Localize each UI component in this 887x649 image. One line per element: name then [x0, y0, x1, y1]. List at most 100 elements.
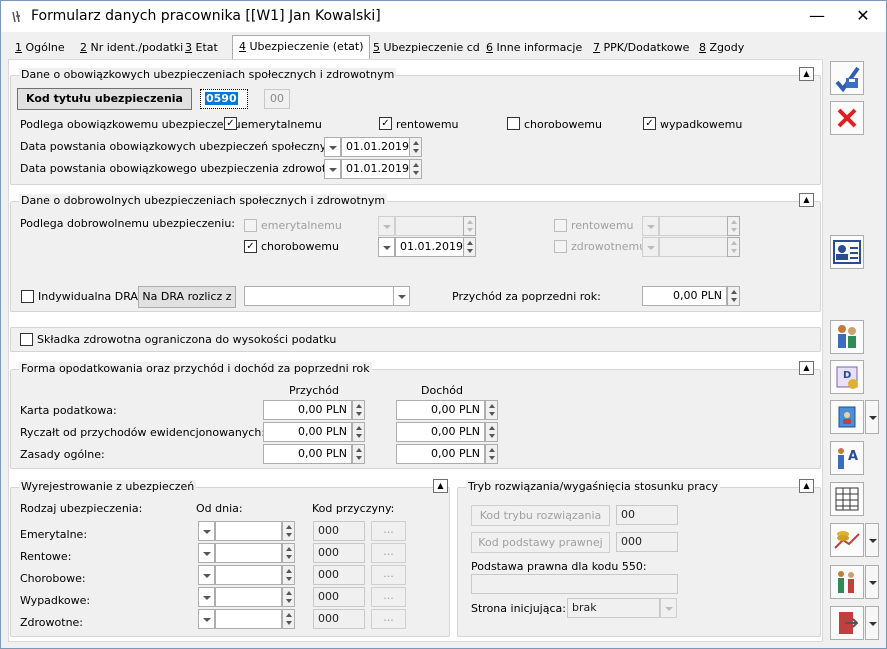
wypadkowe-checkbox[interactable]: ✓: [643, 117, 656, 130]
tab-zgody[interactable]: 8 Zgody: [699, 37, 744, 59]
attributes-button[interactable]: A: [830, 441, 864, 475]
dereg-chorobowe-spinner[interactable]: [282, 565, 295, 585]
dereg-zdrowotne-dropdown[interactable]: [198, 609, 215, 629]
collapse-icon[interactable]: ▲: [799, 479, 814, 493]
family-menu-arrow[interactable]: [865, 565, 879, 599]
cancel-button[interactable]: [830, 101, 864, 135]
vol-chorobowe-date[interactable]: 01.01.2019: [395, 237, 464, 257]
collapse-icon[interactable]: ▲: [799, 361, 814, 375]
ogolne-profit-input[interactable]: 0,00 PLN: [396, 444, 485, 464]
social-date-spinner[interactable]: [409, 137, 422, 157]
dra-settle-dropdown[interactable]: [393, 286, 410, 306]
dereg-emerytalne-dropdown[interactable]: [198, 521, 215, 541]
karta-income-input[interactable]: 0,00 PLN: [263, 400, 352, 420]
ogolne-income-spinner[interactable]: [352, 444, 365, 464]
karta-income-spinner[interactable]: [352, 400, 365, 420]
dereg-wypadkowe-more-button[interactable]: ...: [371, 587, 406, 607]
vol-zdrowotne-dropdown[interactable]: [642, 237, 659, 257]
individual-dra-checkbox[interactable]: [21, 290, 34, 303]
vol-chorobowe-dropdown[interactable]: [378, 237, 395, 257]
vol-rentowe-dropdown[interactable]: [642, 216, 659, 236]
close-window-button[interactable]: ✕: [840, 1, 886, 32]
ogolne-profit-spinner[interactable]: [485, 444, 498, 464]
dereg-wypadkowe-spinner[interactable]: [282, 587, 295, 607]
vol-chorobowe-checkbox[interactable]: ✓: [244, 240, 257, 253]
dereg-zdrowotne-spinner[interactable]: [282, 609, 295, 629]
vol-rentowe-date[interactable]: [659, 216, 728, 236]
dereg-zdrowotne-more-button[interactable]: ...: [371, 609, 406, 629]
health-date-input[interactable]: 01.01.2019: [341, 159, 410, 179]
collapse-icon[interactable]: ▲: [799, 193, 814, 207]
vol-zdrowotne-date[interactable]: [659, 237, 728, 257]
dereg-wypadkowe-dropdown[interactable]: [198, 587, 215, 607]
dereg-chorobowe-dropdown[interactable]: [198, 565, 215, 585]
vol-rentowe-checkbox[interactable]: [554, 219, 567, 232]
collapse-icon[interactable]: ▲: [433, 479, 448, 493]
dereg-emerytalne-date[interactable]: [215, 521, 282, 541]
dereg-chorobowe-date[interactable]: [215, 565, 282, 585]
collapse-icon[interactable]: ▲: [799, 67, 814, 81]
vol-emerytalne-spinner[interactable]: [463, 216, 476, 236]
emerytalne-checkbox[interactable]: ✓: [224, 117, 237, 130]
photo-button[interactable]: [830, 400, 864, 434]
save-button[interactable]: [830, 61, 864, 95]
dra-settle-input[interactable]: [244, 286, 394, 306]
dereg-rentowe-date[interactable]: [215, 543, 282, 563]
ryczalt-profit-spinner[interactable]: [485, 422, 498, 442]
family-button[interactable]: [830, 565, 864, 599]
prev-income-spinner[interactable]: [727, 286, 740, 306]
tab-ubezpieczenie-cd[interactable]: 5 Ubezpieczenie cd: [373, 37, 480, 59]
people-button[interactable]: [830, 320, 864, 354]
rentowe-checkbox[interactable]: ✓: [379, 117, 392, 130]
tab-ogolne[interactable]: 1 Ogólne: [15, 37, 65, 59]
tab-ppk[interactable]: 7 PPK/Dodatkowe: [593, 37, 689, 59]
vol-rentowe-spinner[interactable]: [727, 216, 740, 236]
ryczalt-income-input[interactable]: 0,00 PLN: [263, 422, 352, 442]
dereg-chorobowe-more-button[interactable]: ...: [371, 565, 406, 585]
exit-menu-arrow[interactable]: [865, 606, 879, 640]
social-date-dropdown[interactable]: [324, 137, 341, 157]
ryczalt-profit-input[interactable]: 0,00 PLN: [396, 422, 485, 442]
vol-chorobowe-spinner[interactable]: [463, 237, 476, 257]
ogolne-income-input[interactable]: 0,00 PLN: [263, 444, 352, 464]
initiator-select[interactable]: brak: [567, 598, 660, 618]
dereg-zdrowotne-date[interactable]: [215, 609, 282, 629]
vol-emerytalne-date[interactable]: [395, 216, 464, 236]
dereg-wypadkowe-date[interactable]: [215, 587, 282, 607]
dereg-rentowe-dropdown[interactable]: [198, 543, 215, 563]
vol-zdrowotne-checkbox[interactable]: [554, 240, 567, 253]
tab-etat[interactable]: 3 Etat: [185, 37, 218, 59]
health-limit-checkbox[interactable]: [20, 333, 33, 346]
health-date-dropdown[interactable]: [324, 159, 341, 179]
vol-emerytalne-dropdown[interactable]: [378, 216, 395, 236]
dra-settle-button[interactable]: Na DRA rozlicz z: [138, 286, 236, 308]
legal-code-button[interactable]: Kod podstawy prawnej: [471, 532, 610, 553]
chart-button[interactable]: [830, 523, 864, 557]
employee-card-button[interactable]: [830, 235, 864, 269]
dereg-emerytalne-spinner[interactable]: [282, 521, 295, 541]
photo-menu-arrow[interactable]: [865, 400, 879, 434]
ryczalt-income-spinner[interactable]: [352, 422, 365, 442]
tab-nr-ident[interactable]: 2 Nr ident./podatki: [80, 37, 183, 59]
insurance-code-button[interactable]: Kod tytułu ubezpieczenia: [17, 88, 192, 110]
insurance-code-input[interactable]: 0590: [200, 89, 248, 109]
dereg-rentowe-spinner[interactable]: [282, 543, 295, 563]
exit-button[interactable]: [830, 606, 864, 640]
vol-zdrowotne-spinner[interactable]: [727, 237, 740, 257]
tab-inne-informacje[interactable]: 6 Inne informacje: [486, 37, 582, 59]
declaration-button[interactable]: D: [830, 360, 864, 394]
dereg-rentowe-more-button[interactable]: ...: [371, 543, 406, 563]
prev-income-input[interactable]: 0,00 PLN: [642, 286, 727, 306]
karta-profit-input[interactable]: 0,00 PLN: [396, 400, 485, 420]
initiator-dropdown[interactable]: [660, 598, 677, 618]
mode-code-button[interactable]: Kod trybu rozwiązania: [471, 505, 610, 526]
social-date-input[interactable]: 01.01.2019: [341, 137, 410, 157]
karta-profit-spinner[interactable]: [485, 400, 498, 420]
tab-ubezpieczenie-etat[interactable]: 4 Ubezpieczenie (etat): [232, 35, 371, 60]
dereg-emerytalne-more-button[interactable]: ...: [371, 521, 406, 541]
health-date-spinner[interactable]: [409, 159, 422, 179]
chart-menu-arrow[interactable]: [865, 523, 879, 557]
table-button[interactable]: [830, 482, 864, 516]
vol-emerytalne-checkbox[interactable]: [244, 219, 257, 232]
minimize-button[interactable]: —: [794, 1, 840, 32]
